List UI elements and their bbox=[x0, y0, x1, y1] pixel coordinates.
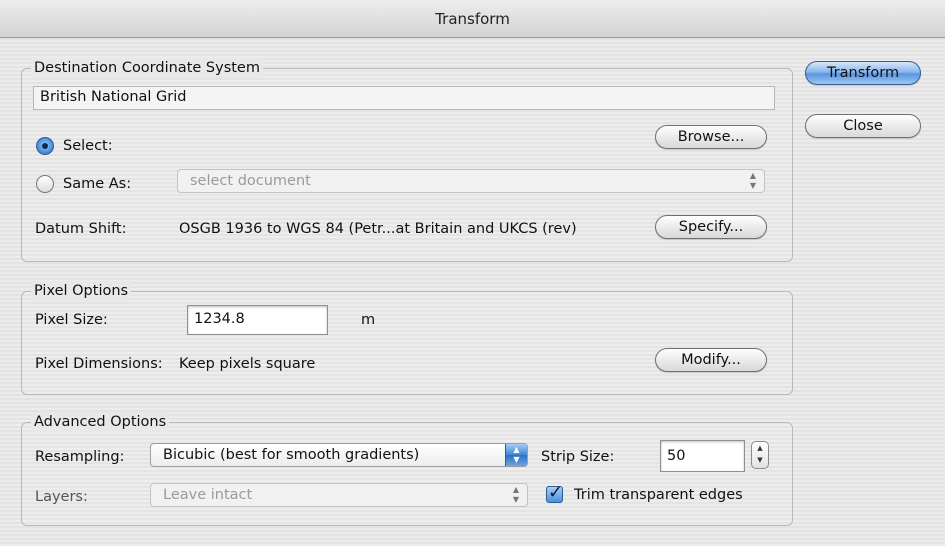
popup-arrows-icon: ▲ ▼ bbox=[749, 171, 757, 190]
resampling-value: Bicubic (best for smooth gradients) bbox=[163, 447, 420, 463]
specify-button[interactable]: Specify... bbox=[655, 215, 767, 239]
pixel-size-unit: m bbox=[361, 312, 376, 328]
strip-size-input[interactable]: 50 bbox=[660, 440, 745, 472]
transform-dialog: Transform Transform Close Destination Co… bbox=[0, 0, 945, 546]
pixel-options-group: Pixel Options bbox=[21, 281, 793, 395]
close-button[interactable]: Close bbox=[805, 114, 921, 138]
resampling-label: Resampling: bbox=[35, 449, 125, 465]
trim-transparent-label: Trim transparent edges bbox=[574, 487, 743, 503]
browse-button[interactable]: Browse... bbox=[655, 125, 767, 149]
datum-shift-value: OSGB 1936 to WGS 84 (Petr...at Britain a… bbox=[179, 221, 577, 237]
popup-arrows-icon: ▲ ▼ bbox=[505, 444, 527, 466]
layers-label: Layers: bbox=[35, 489, 88, 505]
strip-size-label: Strip Size: bbox=[541, 449, 615, 465]
pixel-size-label: Pixel Size: bbox=[35, 312, 108, 328]
destination-legend: Destination Coordinate System bbox=[31, 58, 263, 78]
pixel-size-input[interactable]: 1234.8 bbox=[187, 305, 328, 335]
popup-arrows-icon: ▲ ▼ bbox=[512, 485, 520, 504]
modify-button[interactable]: Modify... bbox=[655, 348, 767, 372]
coordinate-system-name: British National Grid bbox=[33, 86, 775, 110]
select-label: Select: bbox=[63, 138, 113, 154]
layers-value: Leave intact bbox=[163, 487, 253, 503]
strip-size-stepper[interactable]: ▲ ▼ bbox=[751, 441, 769, 469]
same-as-radio[interactable] bbox=[36, 175, 54, 193]
title-bar: Transform bbox=[0, 0, 945, 38]
same-as-document-select[interactable]: select document ▲ ▼ bbox=[177, 169, 765, 193]
advanced-options-legend: Advanced Options bbox=[31, 412, 170, 432]
advanced-options-group: Advanced Options bbox=[21, 412, 793, 526]
pixel-dimensions-value: Keep pixels square bbox=[179, 356, 316, 372]
transform-button[interactable]: Transform bbox=[805, 61, 921, 85]
window-title: Transform bbox=[435, 10, 510, 28]
layers-select[interactable]: Leave intact ▲ ▼ bbox=[150, 483, 528, 507]
pixel-dimensions-label: Pixel Dimensions: bbox=[35, 356, 163, 372]
checkmark-icon: ✓ bbox=[548, 482, 564, 503]
same-as-value: select document bbox=[190, 173, 311, 189]
trim-transparent-checkbox[interactable]: ✓ bbox=[546, 482, 563, 503]
select-radio[interactable] bbox=[36, 137, 54, 155]
resampling-select[interactable]: Bicubic (best for smooth gradients) ▲ ▼ bbox=[150, 443, 528, 467]
pixel-options-legend: Pixel Options bbox=[31, 281, 132, 301]
datum-shift-label: Datum Shift: bbox=[35, 221, 127, 237]
same-as-label: Same As: bbox=[63, 176, 132, 192]
